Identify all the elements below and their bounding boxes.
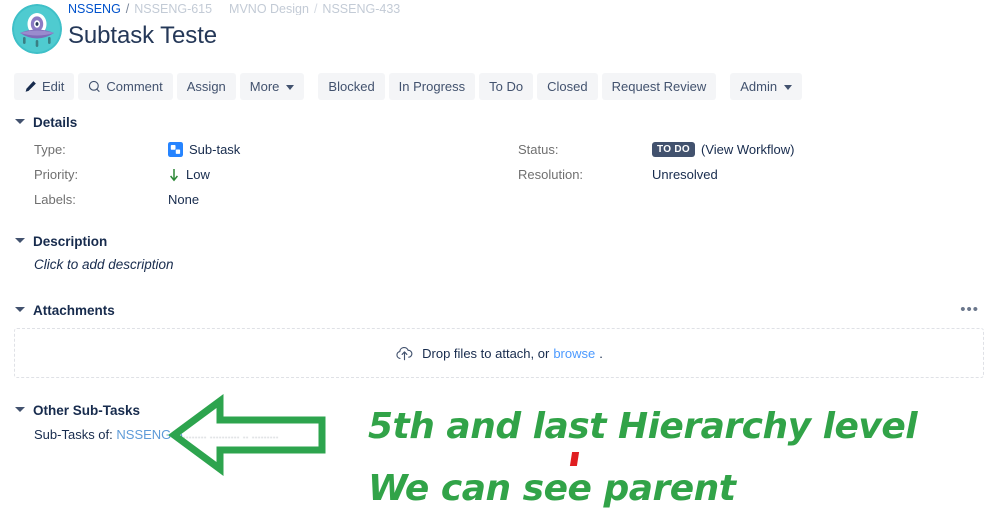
chevron-down-icon[interactable] <box>14 235 26 247</box>
admin-button-label: Admin <box>740 79 778 94</box>
obscured-parent-summary: ........ .......... .. ......... <box>182 430 279 440</box>
description-placeholder[interactable]: Click to add description <box>14 257 984 272</box>
type-value-label: Sub-task <box>189 142 241 157</box>
admin-button[interactable]: Admin <box>730 73 803 100</box>
request-review-button[interactable]: Request Review <box>601 73 717 100</box>
status-badge: TO DO <box>652 142 695 157</box>
assign-button-label: Assign <box>186 79 226 94</box>
browse-link[interactable]: browse <box>553 346 595 361</box>
status-value: TO DO (View Workflow) <box>652 140 984 159</box>
edit-button[interactable]: Edit <box>14 73 75 100</box>
priority-value-label: Low <box>186 167 210 182</box>
chevron-down-icon[interactable] <box>14 116 26 128</box>
closed-button-label: Closed <box>547 79 588 94</box>
chevron-down-icon <box>784 85 793 90</box>
blocked-button-label: Blocked <box>328 79 375 94</box>
resolution-label: Resolution: <box>518 167 584 182</box>
priority-value: Low <box>168 165 498 184</box>
request-review-button-label: Request Review <box>611 79 707 94</box>
blocked-button[interactable]: Blocked <box>318 73 385 100</box>
annotation-text: 5th and last Hierarchy level We can see … <box>368 396 918 520</box>
type-value: Sub-task <box>168 140 498 159</box>
in-progress-button-label: In Progress <box>398 79 466 94</box>
details-grid: Type: Sub-task Status: TO DO (View Workf… <box>14 140 984 209</box>
comment-button-label: Comment <box>106 79 163 94</box>
details-heading: Details <box>33 114 78 130</box>
breadcrumb[interactable]: NSSENG / NSSENG-615 MVNO Design / NSSENG-433 <box>68 1 400 15</box>
breadcrumb-item-4[interactable]: NSSENG-433 <box>322 2 400 15</box>
breadcrumb-separator-3: / <box>313 2 318 15</box>
attachments-header-row: Attachments ••• <box>14 301 984 319</box>
issue-toolbar: Edit Comment Assign More Blocked In Prog… <box>14 73 803 100</box>
subtasks-of-label: Sub-Tasks of: <box>34 427 113 442</box>
priority-label: Priority: <box>34 167 79 182</box>
annotation-line-1: 5th and last Hierarchy level <box>368 406 918 447</box>
labels-value: None <box>168 192 200 207</box>
breadcrumb-item-2[interactable]: NSSENG-615 <box>134 2 212 15</box>
attachments-more-menu-icon[interactable]: ••• <box>955 301 984 319</box>
annotation-line-2: We can see parent <box>368 468 736 509</box>
breadcrumb-separator-2 <box>217 2 224 15</box>
upload-cloud-icon <box>395 345 414 362</box>
breadcrumb-item-3[interactable]: MVNO Design <box>229 2 309 15</box>
arrow-down-icon <box>168 168 180 182</box>
status-label: Status: <box>518 142 559 157</box>
comment-button[interactable]: Comment <box>78 73 173 100</box>
attachments-heading: Attachments <box>33 302 115 318</box>
breadcrumb-project[interactable]: NSSENG <box>68 2 121 15</box>
edit-button-label: Edit <box>42 79 65 94</box>
dropzone-text-suffix: . <box>599 345 603 361</box>
sub-task-icon <box>168 142 183 157</box>
to-do-button-label: To Do <box>489 79 524 94</box>
parent-issue-link[interactable]: NSSENG-6 <box>116 427 182 442</box>
spacer-cell <box>498 190 652 209</box>
to-do-button[interactable]: To Do <box>479 73 534 100</box>
breadcrumb-separator-1: / <box>125 2 130 15</box>
chevron-down-icon <box>286 85 295 90</box>
attachments-dropzone[interactable]: Drop files to attach, or browse. <box>14 328 984 378</box>
pencil-icon <box>24 80 37 93</box>
closed-button[interactable]: Closed <box>537 73 598 100</box>
dropzone-text: Drop files to attach, or <box>422 345 550 361</box>
chevron-down-icon[interactable] <box>14 404 26 416</box>
description-section: Description Click to add description <box>14 232 984 272</box>
attachments-section: Attachments ••• Drop files to attach, or… <box>14 301 984 378</box>
more-button[interactable]: More <box>239 73 305 100</box>
type-label: Type: <box>34 142 66 157</box>
avatar <box>12 4 62 54</box>
details-section-header[interactable]: Details <box>14 113 984 131</box>
page-header: NSSENG / NSSENG-615 MVNO Design / NSSENG-433… <box>0 0 998 66</box>
in-progress-button[interactable]: In Progress <box>388 73 476 100</box>
chevron-down-icon[interactable] <box>14 304 26 316</box>
comment-icon <box>88 80 101 93</box>
page-title: Subtask Teste <box>68 22 218 49</box>
assign-button[interactable]: Assign <box>176 73 236 100</box>
other-subtasks-heading: Other Sub-Tasks <box>33 402 141 418</box>
more-button-label: More <box>249 79 280 94</box>
spacer-cell <box>652 190 984 209</box>
labels-label: Labels: <box>34 192 76 207</box>
view-workflow-link[interactable]: (View Workflow) <box>701 140 794 159</box>
attachments-section-header[interactable]: Attachments <box>14 301 115 319</box>
description-section-header[interactable]: Description <box>14 232 984 250</box>
project-avatar-icon <box>12 4 62 54</box>
resolution-value: Unresolved <box>652 167 718 182</box>
description-heading: Description <box>33 233 108 249</box>
details-section: Details Type: Sub-task Status: TO DO (Vi… <box>14 113 984 209</box>
